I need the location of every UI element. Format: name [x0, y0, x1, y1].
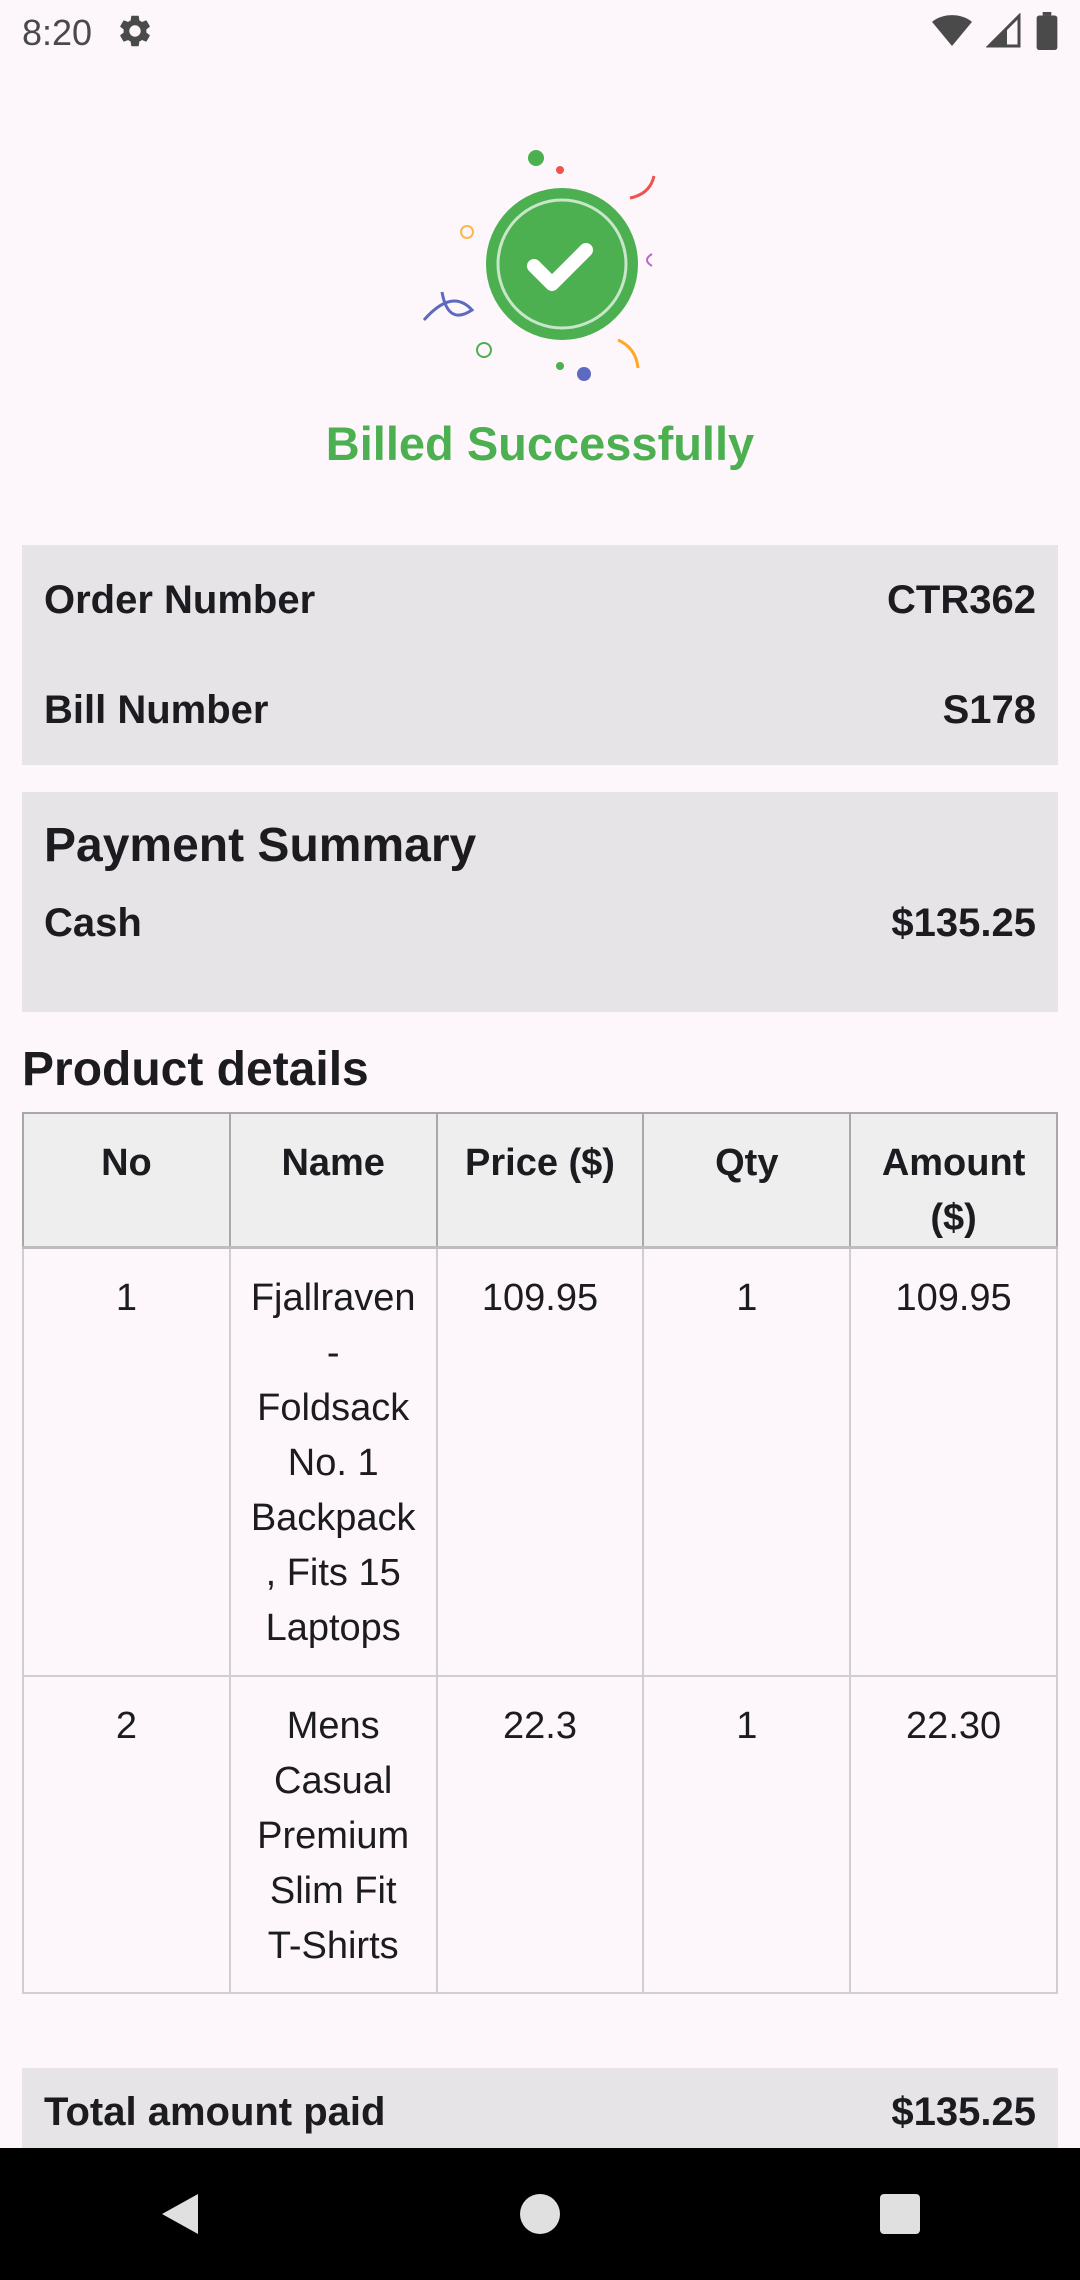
payment-summary-heading: Payment Summary — [44, 819, 477, 872]
order-info-card: Order Number CTR362 Bill Number S178 — [22, 545, 1058, 765]
back-triangle-icon — [162, 2194, 198, 2234]
cell-amount: 22.30 — [849, 1674, 1058, 1994]
gear-icon — [116, 12, 154, 55]
home-button[interactable] — [480, 2154, 600, 2274]
order-number-row: Order Number CTR362 — [44, 545, 1036, 655]
table-header-row: No Name Price ($) Qty Amount ($) — [22, 1112, 1058, 1249]
column-header-price: Price ($) — [435, 1112, 645, 1249]
cell-name: Mens Casual Premium Slim Fit T-Shirts — [228, 1674, 438, 1994]
product-table: No Name Price ($) Qty Amount ($) 1 Fjall… — [22, 1112, 1058, 1994]
success-check-icon — [422, 150, 656, 381]
total-value: $135.25 — [891, 2090, 1036, 2134]
bill-number-row: Bill Number S178 — [44, 655, 1036, 765]
bill-number-label: Bill Number — [44, 687, 269, 732]
recents-square-icon — [880, 2194, 920, 2234]
column-header-qty: Qty — [642, 1112, 852, 1249]
cell-no: 1 — [22, 1246, 231, 1677]
order-number-value: CTR362 — [887, 577, 1036, 622]
cell-qty: 1 — [642, 1246, 852, 1677]
status-right — [932, 11, 1058, 55]
product-details-heading: Product details — [22, 1043, 369, 1096]
bill-number-value: S178 — [942, 687, 1036, 732]
system-nav-bar — [0, 2148, 1080, 2280]
column-header-no: No — [22, 1112, 231, 1249]
cell-qty: 1 — [642, 1674, 852, 1994]
cell-amount: 109.95 — [849, 1246, 1058, 1677]
cell-signal-icon — [985, 11, 1022, 54]
status-time: 8:20 — [22, 12, 93, 53]
payment-summary-card: Payment Summary Cash $135.25 — [22, 792, 1058, 1012]
total-row: Total amount paid $135.25 — [44, 2090, 1036, 2135]
cell-name: Fjallraven - Foldsack No. 1 Backpack, Fi… — [228, 1246, 438, 1677]
total-label: Total amount paid — [44, 2090, 386, 2134]
table-row: 1 Fjallraven - Foldsack No. 1 Backpack, … — [22, 1246, 1058, 1677]
battery-icon — [1036, 11, 1058, 55]
cell-price: 22.3 — [435, 1674, 645, 1994]
home-circle-icon — [520, 2194, 560, 2234]
payment-method-label: Cash — [44, 900, 142, 945]
column-header-name: Name — [228, 1112, 438, 1249]
recents-button[interactable] — [840, 2154, 960, 2274]
cell-no: 2 — [22, 1674, 231, 1994]
back-button[interactable] — [120, 2154, 240, 2274]
page-title: Billed Successfully — [325, 417, 755, 470]
table-row: 2 Mens Casual Premium Slim Fit T-Shirts … — [22, 1674, 1058, 1994]
payment-method-row: Cash $135.25 — [44, 873, 1036, 973]
total-amount-card: Total amount paid $135.25 — [22, 2068, 1058, 2148]
success-illustration — [0, 106, 1080, 436]
wifi-icon — [932, 14, 972, 53]
receipt-content: Billed Successfully Order Number CTR362 … — [0, 66, 1080, 2148]
cell-price: 109.95 — [435, 1246, 645, 1677]
payment-method-amount: $135.25 — [891, 900, 1036, 945]
order-number-label: Order Number — [44, 577, 316, 622]
status-bar: 8:20 — [0, 0, 1080, 66]
status-left: 8:20 — [22, 12, 154, 55]
column-header-amount: Amount ($) — [849, 1112, 1058, 1249]
